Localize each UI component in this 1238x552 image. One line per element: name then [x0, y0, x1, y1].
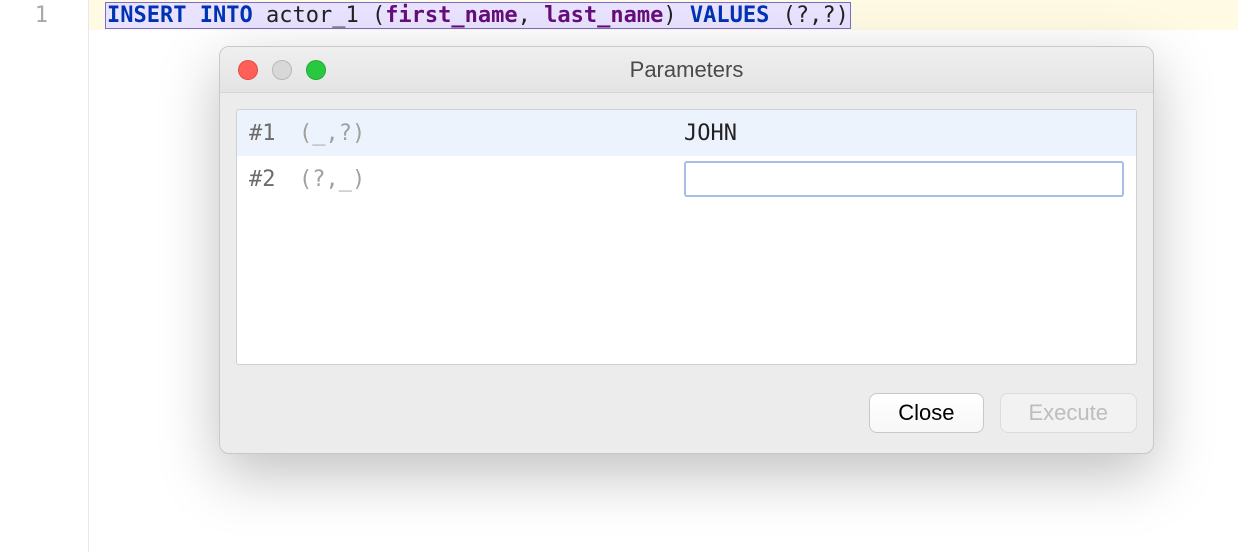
- comma-1: ,: [518, 3, 545, 28]
- dialog-titlebar[interactable]: Parameters: [220, 47, 1153, 93]
- line-number: 1: [0, 2, 88, 30]
- dialog-footer: Close Execute: [220, 381, 1153, 453]
- parameter-row[interactable]: #1 (_,?) JOHN: [237, 110, 1136, 156]
- comma-2: ,: [809, 3, 822, 28]
- col-first-name: first_name: [385, 3, 517, 28]
- execute-button[interactable]: Execute: [1000, 393, 1138, 433]
- paren-open-1: (: [372, 3, 385, 28]
- parameter-hint: (_,?): [299, 121, 365, 146]
- parameter-index: #2: [249, 167, 299, 192]
- parameter-index: #1: [249, 121, 299, 146]
- placeholder-1: ?: [796, 3, 809, 28]
- parameter-value: JOHN: [684, 121, 1124, 146]
- kw-values: VALUES: [690, 3, 769, 28]
- close-button[interactable]: Close: [869, 393, 983, 433]
- parameter-row[interactable]: #2 (?,_): [237, 156, 1136, 202]
- paren-close-2: ): [836, 3, 849, 28]
- kw-insert: INSERT: [107, 3, 186, 28]
- parameter-list: #1 (_,?) JOHN #2 (?,_): [236, 109, 1137, 365]
- paren-open-2: (: [783, 3, 796, 28]
- parameter-hint: (?,_): [299, 167, 365, 192]
- parameters-dialog: Parameters #1 (_,?) JOHN #2 (?,_) Close …: [219, 46, 1154, 454]
- gutter: 1: [0, 0, 88, 552]
- kw-into: INTO: [200, 3, 253, 28]
- dialog-title: Parameters: [220, 57, 1153, 83]
- col-last-name: last_name: [544, 3, 663, 28]
- sql-line[interactable]: INSERT INTO actor_1 (first_name, last_na…: [89, 0, 1238, 30]
- table-name: actor_1: [266, 3, 359, 28]
- placeholder-2: ?: [822, 3, 835, 28]
- dialog-body: #1 (_,?) JOHN #2 (?,_): [220, 93, 1153, 381]
- paren-close-1: ): [663, 3, 676, 28]
- parameter-input[interactable]: [684, 161, 1124, 197]
